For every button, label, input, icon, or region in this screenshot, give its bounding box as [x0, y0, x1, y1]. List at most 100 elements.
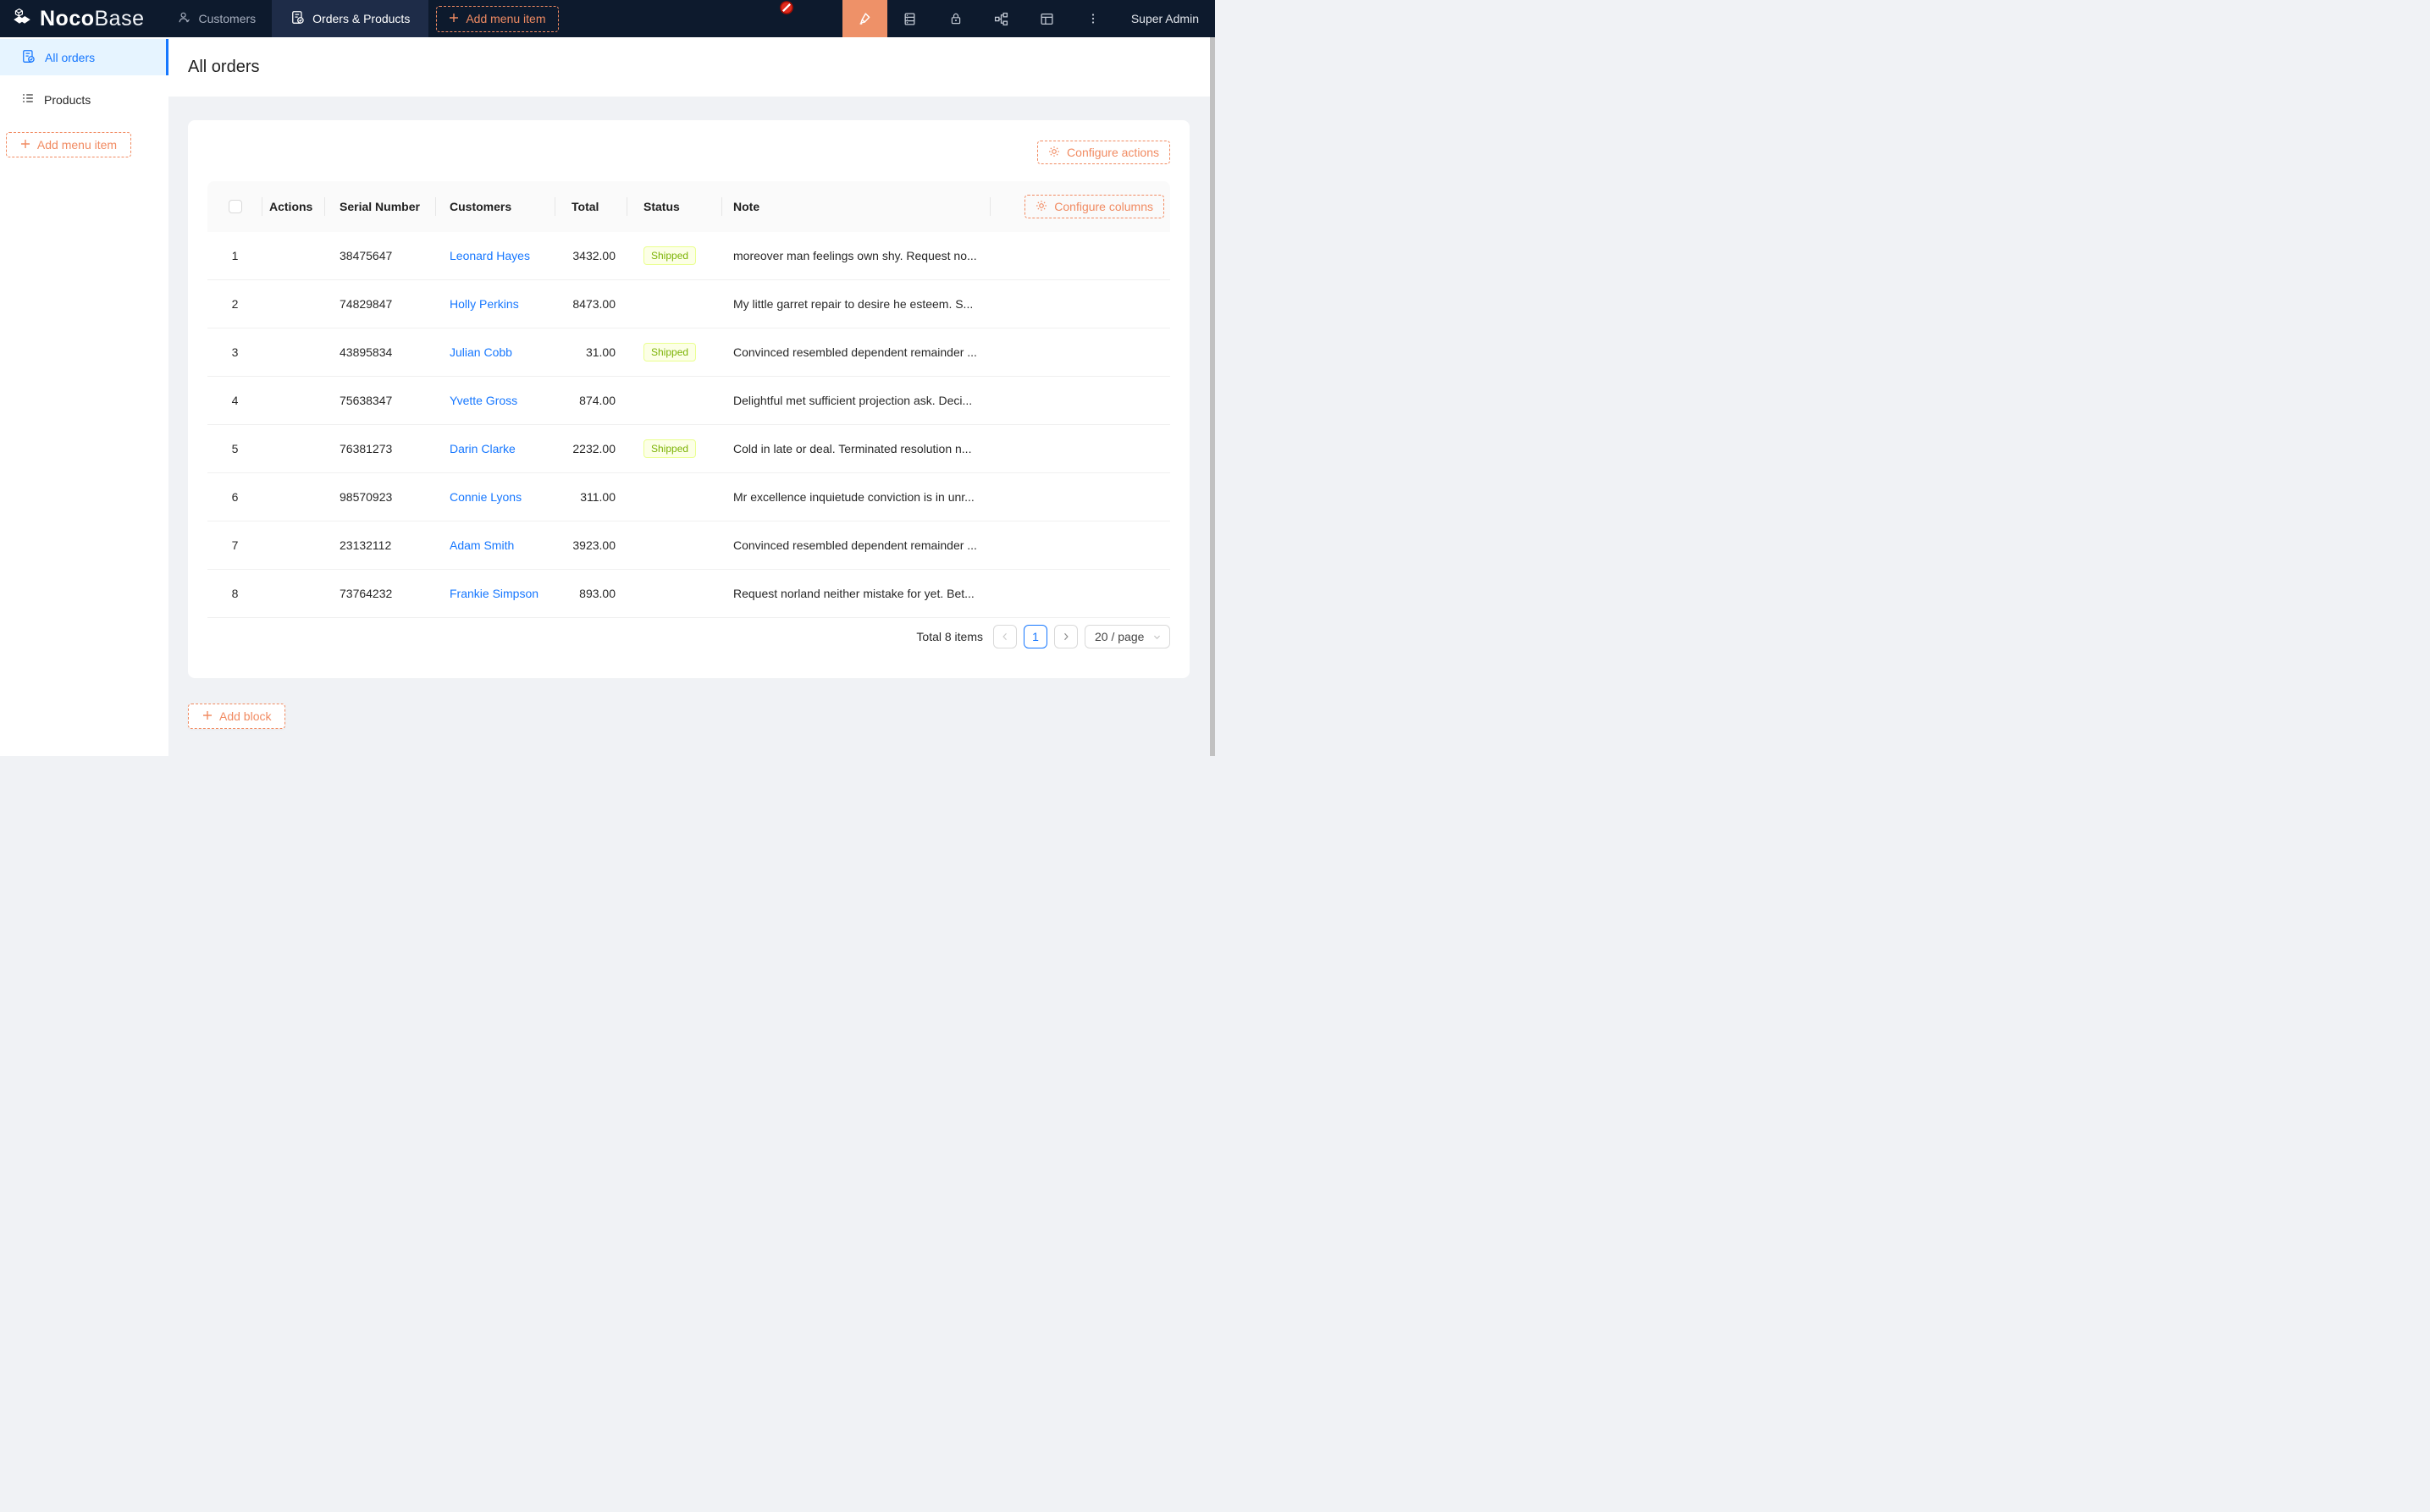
plus-icon [202, 709, 213, 723]
serial-cell: 38475647 [325, 249, 436, 262]
topbar-spacer [559, 0, 842, 37]
tab-orders-products[interactable]: Orders & Products [272, 0, 428, 37]
total-cell: 3432.00 [555, 249, 627, 262]
configure-columns-button[interactable]: Configure columns [1024, 195, 1164, 218]
status-badge: Shipped [643, 439, 696, 458]
total-cell: 31.00 [555, 345, 627, 359]
nocobase-logo-icon [11, 7, 33, 31]
select-all-checkbox[interactable] [229, 200, 242, 213]
customer-link[interactable]: Leonard Hayes [450, 249, 530, 262]
list-icon [21, 91, 35, 108]
pagination: Total 8 items 1 20 / page [207, 625, 1170, 676]
row-index: 8 [207, 587, 262, 600]
status-badge: Shipped [643, 246, 696, 265]
layout-icon-button[interactable] [1024, 0, 1070, 37]
document-check-icon [290, 10, 305, 27]
more-ellipsis-button[interactable] [1070, 0, 1116, 37]
table-row: 3 43895834 Julian Cobb 31.00 Shipped Con… [207, 328, 1170, 377]
pagination-total: Total 8 items [916, 630, 983, 643]
row-index: 5 [207, 442, 262, 455]
tab-label: Orders & Products [312, 12, 410, 25]
note-cell: Convinced resembled dependent remainder … [722, 345, 1170, 359]
customer-link[interactable]: Holly Perkins [450, 297, 519, 311]
serial-cell: 23132112 [325, 538, 436, 552]
total-cell: 311.00 [555, 490, 627, 504]
plus-icon [20, 138, 30, 152]
note-cell: Request norland neither mistake for yet.… [722, 587, 1170, 600]
sidebar-item-products[interactable]: Products [0, 81, 168, 118]
customer-link[interactable]: Darin Clarke [450, 442, 516, 455]
ui-editor-pen-button[interactable] [842, 0, 887, 37]
row-index: 6 [207, 490, 262, 504]
scrollbar[interactable] [1210, 37, 1215, 756]
note-cell: moreover man feelings own shy. Request n… [722, 249, 1170, 262]
column-header-total: Total [555, 181, 627, 232]
page-size-select[interactable]: 20 / page [1085, 625, 1170, 648]
topbar-menu: Customers Orders & Products [161, 0, 428, 37]
gear-icon [1036, 200, 1047, 214]
column-header-customers: Customers [436, 181, 555, 232]
orders-table-card: Configure actions Actions Serial Number … [188, 120, 1190, 678]
sidebar-add-menu-item-button[interactable]: Add menu item [6, 132, 131, 157]
database-icon-button[interactable] [887, 0, 933, 37]
column-header-status: Status [627, 181, 722, 232]
total-cell: 2232.00 [555, 442, 627, 455]
table-row: 2 74829847 Holly Perkins 8473.00 My litt… [207, 280, 1170, 328]
customer-link[interactable]: Julian Cobb [450, 345, 512, 359]
customer-link[interactable]: Adam Smith [450, 538, 514, 552]
nocobase-logo[interactable]: NocoBase [0, 0, 144, 37]
serial-cell: 43895834 [325, 345, 436, 359]
sitemap-icon-button[interactable] [979, 0, 1024, 37]
tab-label: Customers [198, 12, 256, 25]
serial-cell: 75638347 [325, 394, 436, 407]
tab-customers[interactable]: Customers [161, 0, 272, 37]
topbar: NocoBase Customers Orders [0, 0, 1215, 37]
page-title: All orders [188, 58, 259, 77]
lock-icon-button[interactable] [933, 0, 979, 37]
row-index: 3 [207, 345, 262, 359]
customer-link[interactable]: Yvette Gross [450, 394, 517, 407]
note-cell: Cold in late or deal. Terminated resolut… [722, 442, 1170, 455]
total-cell: 8473.00 [555, 297, 627, 311]
total-cell: 3923.00 [555, 538, 627, 552]
table-row: 1 38475647 Leonard Hayes 3432.00 Shipped… [207, 232, 1170, 280]
customer-link[interactable]: Connie Lyons [450, 490, 522, 504]
serial-cell: 98570923 [325, 490, 436, 504]
sidebar-item-all-orders[interactable]: All orders [0, 39, 168, 75]
table-body: 1 38475647 Leonard Hayes 3432.00 Shipped… [207, 232, 1170, 618]
serial-cell: 74829847 [325, 297, 436, 311]
user-menu[interactable]: Super Admin [1116, 0, 1215, 37]
status-badge: Shipped [643, 343, 696, 361]
pagination-page-1[interactable]: 1 [1024, 625, 1047, 648]
card-toolbar: Configure actions [207, 141, 1170, 164]
user-icon [177, 11, 191, 27]
table-header-row: Actions Serial Number Customers Total St… [207, 181, 1170, 232]
total-cell: 893.00 [555, 587, 627, 600]
column-header-serial: Serial Number [325, 181, 436, 232]
customer-link[interactable]: Frankie Simpson [450, 587, 538, 600]
add-block-button[interactable]: Add block [188, 704, 285, 729]
table-row: 5 76381273 Darin Clarke 2232.00 Shipped … [207, 425, 1170, 473]
serial-cell: 76381273 [325, 442, 436, 455]
sidebar: All orders Products Add menu item [0, 37, 168, 756]
blocked-cursor-icon [780, 1, 793, 17]
configure-actions-button[interactable]: Configure actions [1037, 141, 1170, 164]
sidebar-item-label: All orders [45, 51, 95, 64]
row-index: 2 [207, 297, 262, 311]
orders-table: Actions Serial Number Customers Total St… [207, 181, 1170, 618]
topbar-add-menu-item-button[interactable]: Add menu item [436, 6, 558, 32]
document-check-icon [21, 49, 36, 66]
page-header: All orders [168, 37, 1215, 97]
serial-cell: 73764232 [325, 587, 436, 600]
main-area: All orders Configure actions [168, 37, 1215, 756]
sidebar-item-label: Products [44, 93, 91, 107]
column-header-note: Note [722, 181, 991, 232]
table-row: 4 75638347 Yvette Gross 874.00 Delightfu… [207, 377, 1170, 425]
note-cell: My little garret repair to desire he est… [722, 297, 1170, 311]
pagination-prev-button[interactable] [993, 625, 1017, 648]
table-row: 6 98570923 Connie Lyons 311.00 Mr excell… [207, 473, 1170, 521]
plus-icon [449, 12, 459, 25]
pagination-next-button[interactable] [1054, 625, 1078, 648]
row-index: 7 [207, 538, 262, 552]
note-cell: Delightful met sufficient projection ask… [722, 394, 1170, 407]
